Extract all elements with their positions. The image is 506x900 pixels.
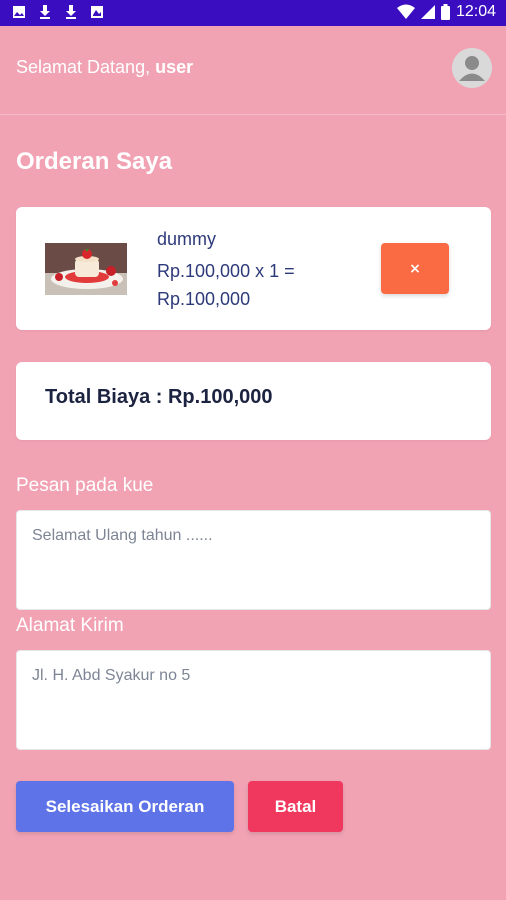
- finish-order-button[interactable]: Selesaikan Orderan: [16, 781, 234, 832]
- image-icon: [13, 6, 25, 18]
- address-label: Alamat Kirim: [16, 615, 124, 636]
- status-bar: 12:04: [0, 0, 506, 26]
- notification-icons: [12, 4, 104, 20]
- item-subtotal: Rp.100,000: [157, 289, 251, 309]
- cancel-button[interactable]: Batal: [248, 781, 343, 832]
- price-calculation: Rp.100,000 x 1 =: [157, 261, 295, 281]
- avatar[interactable]: [452, 48, 492, 88]
- photo-icon: [91, 6, 103, 18]
- download-icon: [40, 5, 50, 19]
- page-title: Orderan Saya: [16, 148, 173, 175]
- message-field[interactable]: [16, 510, 491, 610]
- product-image: [45, 243, 127, 295]
- user-icon: [452, 48, 492, 88]
- signal-icon: [420, 5, 435, 19]
- header-divider: [0, 114, 506, 115]
- close-icon: ×: [409, 260, 421, 277]
- clock: 12:04: [455, 3, 496, 20]
- download-icon: [66, 5, 76, 19]
- welcome-prefix: Selamat Datang,: [16, 57, 151, 77]
- total-card: Total Biaya : Rp.100,000: [16, 362, 491, 440]
- order-item-card: dummy Rp.100,000 x 1 = Rp.100,000 ×: [16, 207, 491, 330]
- battery-icon: [440, 4, 450, 20]
- wifi-icon: [396, 4, 415, 19]
- product-name: dummy: [157, 229, 217, 249]
- address-field[interactable]: [16, 650, 491, 750]
- welcome-text: Selamat Datang, user: [16, 57, 193, 78]
- total-cost: Total Biaya : Rp.100,000: [45, 386, 273, 408]
- username: user: [155, 57, 194, 77]
- remove-item-button[interactable]: ×: [381, 243, 449, 294]
- product-price: Rp.100,000 x 1 = Rp.100,000: [157, 257, 337, 313]
- message-label: Pesan pada kue: [16, 475, 154, 496]
